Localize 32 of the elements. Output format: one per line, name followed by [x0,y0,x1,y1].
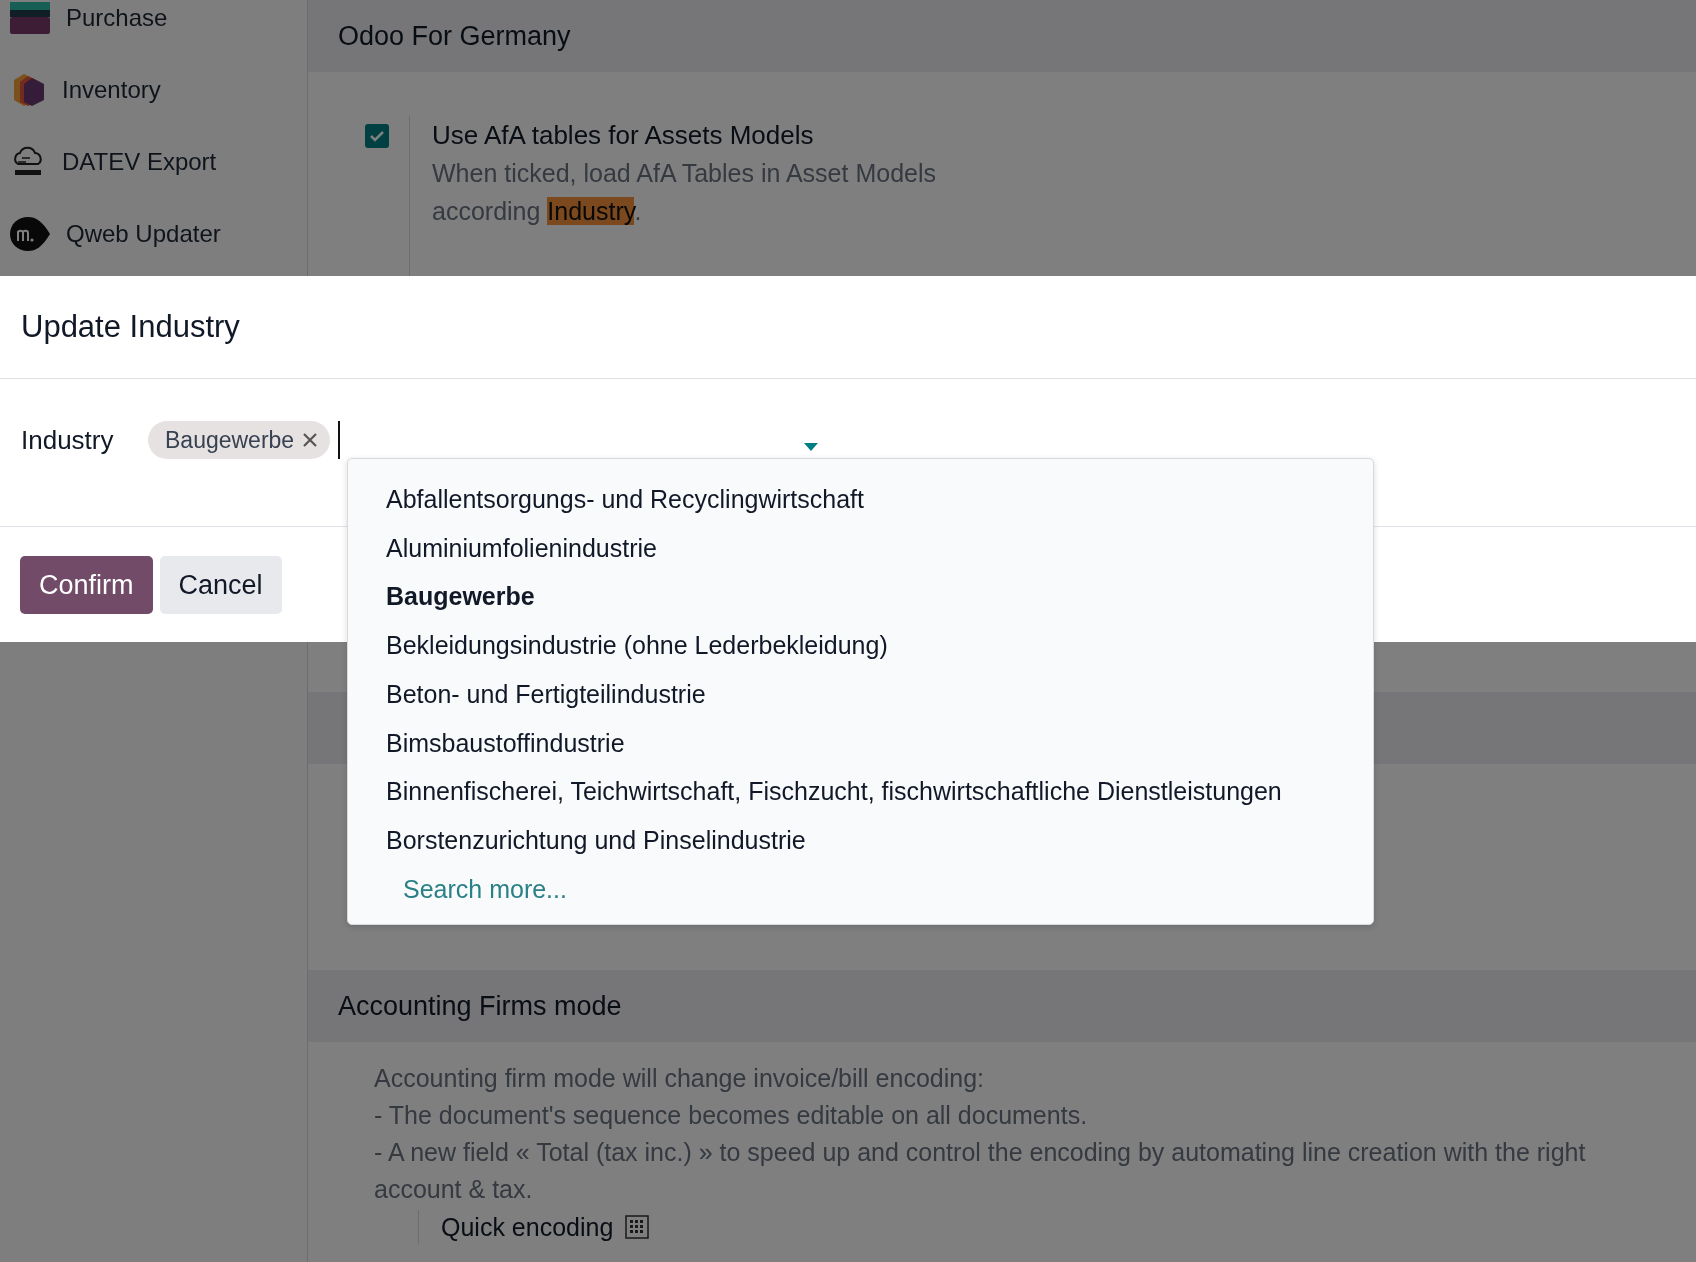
caret-icon[interactable] [804,443,819,451]
section-header: Odoo For Germany [308,0,1696,72]
dropdown-option[interactable]: Beton- und Fertigteilindustrie [348,669,744,719]
tag-label: Baugewerbe [165,425,295,455]
description-line: Accounting firm mode will change invoice/bill encoding: [374,1063,986,1094]
cancel-button[interactable]: Cancel [159,556,282,614]
sidebar-item[interactable]: Purchase [66,0,168,36]
section-header: Accounting Firms mode [308,970,1696,1042]
checkmark-icon [370,130,384,142]
search-more-link[interactable]: Search more... [403,864,567,913]
description-line: - A new field « Total (tax inc.) » to speed up and control the encoding by automating line creation with the right account & tax. [374,1137,1587,1205]
dropdown-option[interactable]: Binnenfischerei, Teichwirtschaft, Fischzucht, fischwirtschaftliche Dienstleistungen [348,767,1320,816]
confirm-button[interactable]: Confirm [20,556,153,614]
sidebar-item[interactable]: DATEV Export [62,144,217,180]
close-icon[interactable] [302,432,319,448]
blob-icon [10,216,50,252]
sidebar-item[interactable]: Qweb Updater [66,216,221,252]
setting-title: Use AfA tables for Assets Models [432,119,815,152]
dropdown-option[interactable]: Baugewerbe [348,572,573,622]
stacked-bars-icon [10,2,50,34]
dropdown-option[interactable]: Aluminiumfolienindustrie [348,523,695,573]
calculator-icon [625,1215,650,1239]
field-label: Industry [21,424,115,457]
sidebar-item[interactable]: Inventory [62,72,161,108]
dropdown-option[interactable]: Abfallentsorgungs- und Recyclingwirtschaft [348,475,902,524]
description-line: - The document's sequence becomes editable on all documents. [374,1100,1089,1131]
setting-title: Quick encoding [441,1212,614,1243]
dropdown-option[interactable]: Bekleidungsindustrie (ohne Lederbekleidung) [348,621,926,670]
checkbox[interactable] [365,124,389,148]
dropdown-option[interactable]: Borstenzurichtung und Pinselindustrie [348,815,844,865]
dialog-title: Update Industry [21,307,240,346]
dropdown-option[interactable]: Bimsbaustoffindustrie [348,718,663,768]
